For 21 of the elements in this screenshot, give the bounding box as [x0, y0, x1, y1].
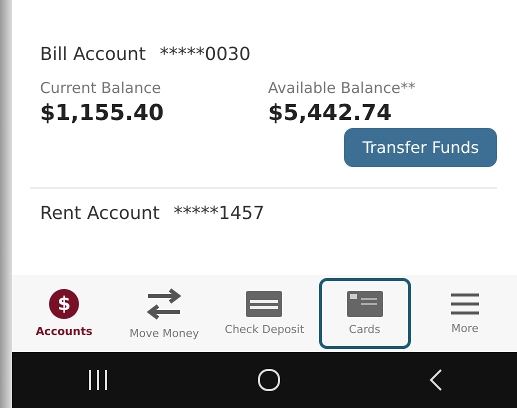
back-icon[interactable]: [429, 368, 444, 392]
balance-amount: $5,442.74: [268, 101, 393, 126]
card-icon: [346, 291, 383, 317]
check-icon: [246, 291, 282, 317]
nav-tab[interactable]: Check Deposit: [218, 278, 310, 349]
account-name: Rent Account: [40, 203, 160, 224]
nav-tab[interactable]: $ Accounts: [18, 278, 110, 349]
account-name: Bill Account: [40, 44, 146, 65]
dollar-icon: $: [49, 289, 80, 319]
nav-tab[interactable]: More: [418, 278, 511, 349]
balance-label: Current Balance: [40, 79, 162, 97]
nav-tab[interactable]: Cards: [318, 278, 411, 349]
account-number: *****1457: [174, 203, 264, 224]
balance-amount: $1,155.40: [40, 101, 165, 126]
nav-tab[interactable]: Move Money: [118, 278, 210, 349]
account-number: *****0030: [160, 44, 251, 65]
balance-label: Available Balance**: [268, 79, 416, 97]
home-icon[interactable]: [257, 368, 282, 392]
transfer-icon: [146, 287, 182, 321]
transfer-funds-button[interactable]: Transfer Funds: [344, 128, 497, 167]
menu-icon: [450, 292, 480, 316]
